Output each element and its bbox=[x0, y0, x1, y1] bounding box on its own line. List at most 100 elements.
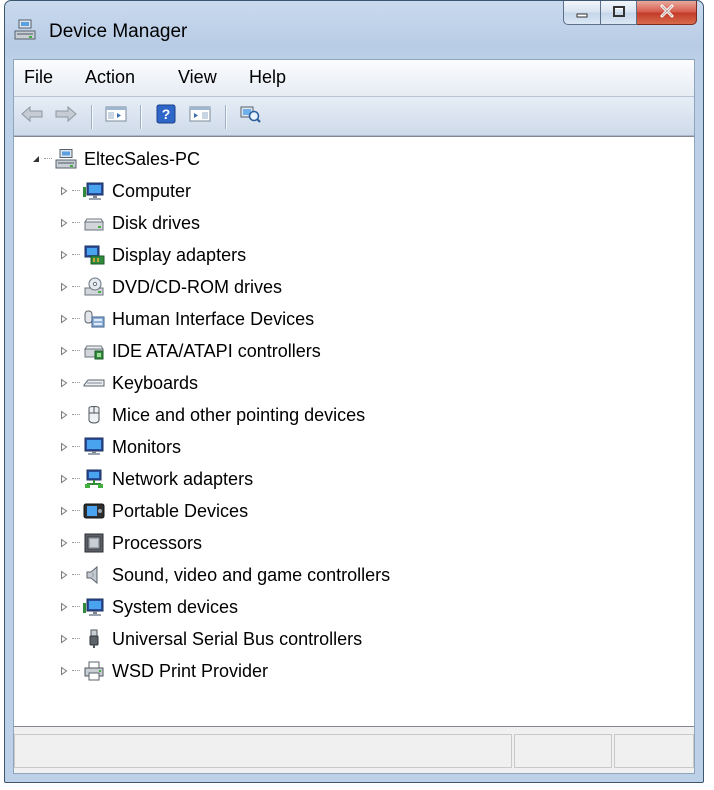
status-pane-tertiary bbox=[614, 734, 694, 768]
tree-node[interactable]: Mice and other pointing devices bbox=[58, 401, 365, 429]
tree-root-label: EltecSales-PC bbox=[84, 148, 201, 169]
device-manager-icon bbox=[13, 19, 37, 41]
tree-root-node[interactable]: EltecSales-PC bbox=[30, 145, 200, 173]
menu-action[interactable]: Action bbox=[85, 67, 135, 88]
forward-button[interactable] bbox=[52, 103, 80, 129]
tree-node[interactable]: Processors bbox=[58, 529, 202, 557]
tree-node-label: Monitors bbox=[112, 436, 182, 457]
tree-node[interactable]: Human Interface Devices bbox=[58, 305, 314, 333]
tree-connector bbox=[72, 190, 80, 192]
expand-triangle-icon[interactable] bbox=[58, 441, 70, 453]
monitor-icon bbox=[82, 436, 106, 458]
expand-triangle-icon[interactable] bbox=[58, 665, 70, 677]
expand-triangle-icon[interactable] bbox=[58, 217, 70, 229]
tree-node[interactable]: Computer bbox=[58, 177, 191, 205]
status-pane-secondary bbox=[514, 734, 612, 768]
expand-triangle-icon[interactable] bbox=[58, 537, 70, 549]
tree-node[interactable]: WSD Print Provider bbox=[58, 657, 268, 685]
show-hide-console-tree-icon bbox=[105, 105, 127, 128]
tree-node-label: Computer bbox=[112, 180, 192, 201]
display-adapter-icon bbox=[82, 244, 106, 266]
expand-triangle-icon[interactable] bbox=[58, 249, 70, 261]
tree-connector bbox=[72, 254, 80, 256]
window-title: Device Manager bbox=[49, 21, 188, 42]
back-button[interactable] bbox=[18, 103, 46, 129]
menu-bar: File Action View Help bbox=[14, 60, 694, 97]
collapse-triangle-icon[interactable] bbox=[30, 153, 42, 165]
close-button[interactable] bbox=[637, 1, 697, 25]
tree-connector bbox=[72, 670, 80, 672]
tree-node-label: Universal Serial Bus controllers bbox=[112, 628, 363, 649]
tree-node[interactable]: Network adapters bbox=[58, 465, 253, 493]
tree-node[interactable]: Disk drives bbox=[58, 209, 200, 237]
tree-connector bbox=[72, 574, 80, 576]
expand-triangle-icon[interactable] bbox=[58, 601, 70, 613]
status-bar bbox=[14, 728, 694, 773]
disk-drive-icon bbox=[82, 212, 106, 234]
close-icon bbox=[659, 2, 675, 23]
expand-triangle-icon[interactable] bbox=[58, 185, 70, 197]
scan-hardware-changes-button[interactable] bbox=[236, 103, 264, 129]
tree-node[interactable]: DVD/CD-ROM drives bbox=[58, 273, 282, 301]
expand-triangle-icon[interactable] bbox=[58, 473, 70, 485]
usb-icon bbox=[82, 628, 106, 650]
menu-file[interactable]: File bbox=[24, 67, 53, 88]
minimize-button[interactable] bbox=[563, 1, 601, 25]
tree-node-label: Keyboards bbox=[112, 372, 199, 393]
tree-node-label: WSD Print Provider bbox=[112, 660, 269, 681]
tree-node-label: Disk drives bbox=[112, 212, 201, 233]
help-button[interactable]: ? bbox=[152, 103, 180, 129]
tree-node-label: Processors bbox=[112, 532, 203, 553]
expand-triangle-icon[interactable] bbox=[58, 313, 70, 325]
computer-icon bbox=[82, 180, 106, 202]
tree-connector bbox=[72, 318, 80, 320]
ide-controller-icon bbox=[82, 340, 106, 362]
menu-help[interactable]: Help bbox=[249, 67, 286, 88]
tree-connector bbox=[72, 382, 80, 384]
tree-connector bbox=[72, 606, 80, 608]
tree-node[interactable]: Display adapters bbox=[58, 241, 246, 269]
device-tree[interactable]: EltecSales-PC Computer Disk drives Display… bbox=[14, 136, 694, 727]
tree-node[interactable]: System devices bbox=[58, 593, 238, 621]
tree-node-label: System devices bbox=[112, 596, 239, 617]
portable-device-icon bbox=[82, 500, 106, 522]
tree-connector bbox=[72, 446, 80, 448]
toolbar-separator bbox=[225, 105, 226, 129]
show-hide-action-pane-icon bbox=[189, 105, 211, 128]
show-hide-console-tree-button[interactable] bbox=[102, 103, 130, 129]
menu-view[interactable]: View bbox=[178, 67, 217, 88]
tree-node-label: Human Interface Devices bbox=[112, 308, 315, 329]
tree-node[interactable]: Sound, video and game controllers bbox=[58, 561, 390, 589]
expand-triangle-icon[interactable] bbox=[58, 505, 70, 517]
tree-connector bbox=[72, 638, 80, 640]
expand-triangle-icon[interactable] bbox=[58, 633, 70, 645]
device-manager-window: Device Manager File Action View Help ? E… bbox=[4, 0, 704, 783]
tree-node-label: Sound, video and game controllers bbox=[112, 564, 391, 585]
tree-connector bbox=[72, 350, 80, 352]
expand-triangle-icon[interactable] bbox=[58, 569, 70, 581]
tree-node-label: Display adapters bbox=[112, 244, 247, 265]
tree-node[interactable]: Monitors bbox=[58, 433, 181, 461]
tree-node[interactable]: Keyboards bbox=[58, 369, 198, 397]
tree-connector bbox=[72, 222, 80, 224]
status-pane-main bbox=[14, 734, 512, 768]
toolbar-separator bbox=[140, 105, 141, 129]
title-bar[interactable]: Device Manager bbox=[5, 1, 703, 59]
tree-node-label: IDE ATA/ATAPI controllers bbox=[112, 340, 321, 361]
show-hide-action-pane-button[interactable] bbox=[186, 103, 214, 129]
tree-node[interactable]: Portable Devices bbox=[58, 497, 248, 525]
forward-arrow-icon bbox=[54, 105, 78, 128]
expand-triangle-icon[interactable] bbox=[58, 345, 70, 357]
expand-triangle-icon[interactable] bbox=[58, 281, 70, 293]
tree-node[interactable]: Universal Serial Bus controllers bbox=[58, 625, 362, 653]
tree-node-label: Mice and other pointing devices bbox=[112, 404, 366, 425]
tree-connector bbox=[72, 286, 80, 288]
tree-connector bbox=[44, 158, 52, 160]
expand-triangle-icon[interactable] bbox=[58, 409, 70, 421]
client-area: File Action View Help ? EltecSales-PC Co… bbox=[13, 59, 695, 774]
speaker-icon bbox=[82, 564, 106, 586]
tree-node[interactable]: IDE ATA/ATAPI controllers bbox=[58, 337, 321, 365]
toolbar-separator bbox=[91, 105, 92, 129]
maximize-button[interactable] bbox=[601, 1, 637, 25]
expand-triangle-icon[interactable] bbox=[58, 377, 70, 389]
